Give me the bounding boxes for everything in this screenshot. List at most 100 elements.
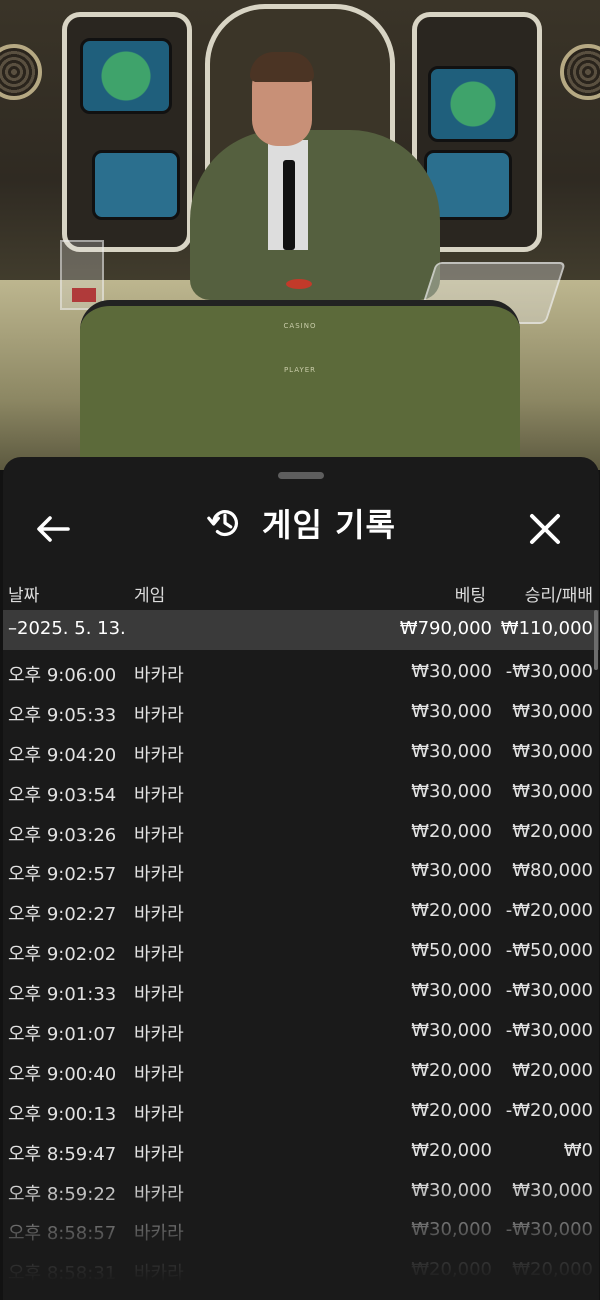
row-result: ₩20,000: [512, 1259, 593, 1281]
row-bet: ₩30,000: [411, 980, 492, 1002]
history-icon: [207, 510, 239, 537]
history-row[interactable]: 오후 9:04:20 바카라 ₩30,000 ₩30,000: [3, 730, 599, 770]
row-game: 바카라: [134, 824, 184, 846]
row-game: 바카라: [134, 984, 184, 1006]
row-game: 바카라: [134, 1063, 184, 1085]
row-game: 바카라: [134, 1223, 184, 1245]
row-bet: ₩30,000: [411, 700, 492, 722]
row-time: 오후 8:59:22: [8, 1183, 117, 1205]
row-result: -₩20,000: [505, 1099, 593, 1121]
row-time: 오후 9:02:02: [8, 944, 117, 966]
row-time: 오후 9:05:33: [8, 704, 117, 726]
close-button[interactable]: [515, 501, 575, 557]
dealer-tie: [283, 160, 295, 250]
row-result: ₩30,000: [512, 700, 593, 722]
group-bet-total: ₩790,000: [399, 618, 492, 639]
row-game: 바카라: [134, 1263, 184, 1285]
row-time: 오후 9:04:20: [8, 744, 117, 766]
row-result: -₩30,000: [505, 980, 593, 1002]
history-row[interactable]: 오후 9:02:57 바카라 ₩30,000 ₩80,000: [3, 849, 599, 889]
row-time: 오후 9:03:54: [8, 784, 117, 806]
group-win-total: ₩110,000: [500, 618, 593, 639]
row-bet: ₩20,000: [411, 820, 492, 842]
row-bet: ₩30,000: [411, 740, 492, 762]
row-game: 바카라: [134, 864, 184, 886]
row-bet: ₩50,000: [411, 940, 492, 962]
row-result: ₩20,000: [512, 1059, 593, 1081]
row-bet: ₩20,000: [411, 900, 492, 922]
row-result: ₩20,000: [512, 820, 593, 842]
chip: [286, 279, 312, 289]
row-result: ₩30,000: [512, 780, 593, 802]
scrollbar[interactable]: [594, 610, 598, 670]
dealer-hair: [250, 52, 314, 82]
history-row[interactable]: 오후 8:59:22 바카라 ₩30,000 ₩30,000: [3, 1169, 599, 1209]
row-bet: ₩30,000: [411, 1020, 492, 1042]
column-headers: 날짜 게임 베팅 승리/패배: [3, 577, 599, 607]
row-game: 바카라: [134, 1024, 184, 1046]
row-result: -₩20,000: [505, 900, 593, 922]
row-game: 바카라: [134, 1103, 184, 1125]
row-result: -₩50,000: [505, 940, 593, 962]
row-time: 오후 8:58:57: [8, 1223, 117, 1245]
row-game: 바카라: [134, 784, 184, 806]
row-result: ₩80,000: [512, 860, 593, 882]
title-group: 게임 기록: [3, 487, 599, 559]
sheet-drag-handle[interactable]: [278, 472, 324, 479]
row-game: 바카라: [134, 944, 184, 966]
history-list[interactable]: –2025. 5. 13. ₩790,000 ₩110,000 오후 9:06:…: [3, 610, 599, 1300]
history-row[interactable]: 오후 9:05:33 바카라 ₩30,000 ₩30,000: [3, 690, 599, 730]
history-row[interactable]: 오후 9:03:54 바카라 ₩30,000 ₩30,000: [3, 770, 599, 810]
history-row[interactable]: 오후 9:01:33 바카라 ₩30,000 -₩30,000: [3, 969, 599, 1009]
row-time: 오후 9:02:57: [8, 864, 117, 886]
card-stack: [72, 288, 96, 302]
arrow-left-icon: [37, 516, 70, 542]
game-history-sheet: 게임 기록 날짜 게임 베팅 승리/패배 –2025. 5. 13. ₩790,…: [3, 457, 599, 1300]
close-icon: [530, 514, 560, 544]
row-time: 오후 9:00:13: [8, 1103, 117, 1125]
row-game: 바카라: [134, 704, 184, 726]
column-header-date: 날짜: [8, 586, 40, 606]
row-time: 오후 9:01:33: [8, 984, 117, 1006]
history-row[interactable]: 오후 8:58:57 바카라 ₩30,000 -₩30,000: [3, 1208, 599, 1248]
row-time: 오후 9:03:26: [8, 824, 117, 846]
radar-screen: [428, 66, 518, 142]
history-row[interactable]: 오후 8:59:47 바카라 ₩20,000 ₩0: [3, 1129, 599, 1169]
row-time: 오후 9:01:07: [8, 1024, 117, 1046]
history-row[interactable]: 오후 9:00:13 바카라 ₩20,000 -₩20,000: [3, 1089, 599, 1129]
history-row[interactable]: 오후 9:02:02 바카라 ₩50,000 -₩50,000: [3, 929, 599, 969]
live-video-stream: CASINO PLAYER: [0, 0, 600, 470]
history-row[interactable]: 오후 9:02:27 바카라 ₩20,000 -₩20,000: [3, 889, 599, 929]
sheet-header: 게임 기록: [3, 487, 599, 559]
row-bet: ₩30,000: [411, 1179, 492, 1201]
row-result: -₩30,000: [505, 1020, 593, 1042]
row-game: 바카라: [134, 1183, 184, 1205]
row-bet: ₩20,000: [411, 1259, 492, 1281]
row-bet: ₩30,000: [411, 860, 492, 882]
group-date: –2025. 5. 13.: [8, 618, 126, 639]
history-row[interactable]: 오후 9:03:26 바카라 ₩20,000 ₩20,000: [3, 810, 599, 850]
row-time: 오후 8:58:31: [8, 1263, 117, 1285]
row-bet: ₩30,000: [411, 661, 492, 682]
row-game: 바카라: [134, 1143, 184, 1165]
felt-label-player: PLAYER: [283, 366, 317, 374]
row-game: 바카라: [134, 744, 184, 766]
row-bet: ₩30,000: [411, 1219, 492, 1241]
row-game: 바카라: [134, 665, 184, 686]
row-time: 오후 8:59:47: [8, 1143, 117, 1165]
row-result: ₩30,000: [512, 740, 593, 762]
history-row[interactable]: 오후 8:58:31 바카라 ₩20,000 ₩20,000: [3, 1248, 599, 1288]
history-row[interactable]: 오후 9:00:40 바카라 ₩20,000 ₩20,000: [3, 1049, 599, 1089]
row-bet: ₩30,000: [411, 780, 492, 802]
row-bet: ₩20,000: [411, 1099, 492, 1121]
row-time: 오후 9:06:00: [8, 665, 117, 686]
sheet-title: 게임 기록: [262, 506, 396, 544]
history-row[interactable]: 오후 9:06:00 바카라 ₩30,000 -₩30,000: [3, 650, 599, 690]
back-button[interactable]: [25, 501, 81, 557]
row-bet: ₩20,000: [411, 1059, 492, 1081]
row-bet: ₩20,000: [411, 1139, 492, 1161]
column-header-game: 게임: [134, 586, 166, 606]
history-row[interactable]: 오후 9:01:07 바카라 ₩30,000 -₩30,000: [3, 1009, 599, 1049]
date-group-row[interactable]: –2025. 5. 13. ₩790,000 ₩110,000: [3, 610, 599, 650]
row-game: 바카라: [134, 904, 184, 926]
